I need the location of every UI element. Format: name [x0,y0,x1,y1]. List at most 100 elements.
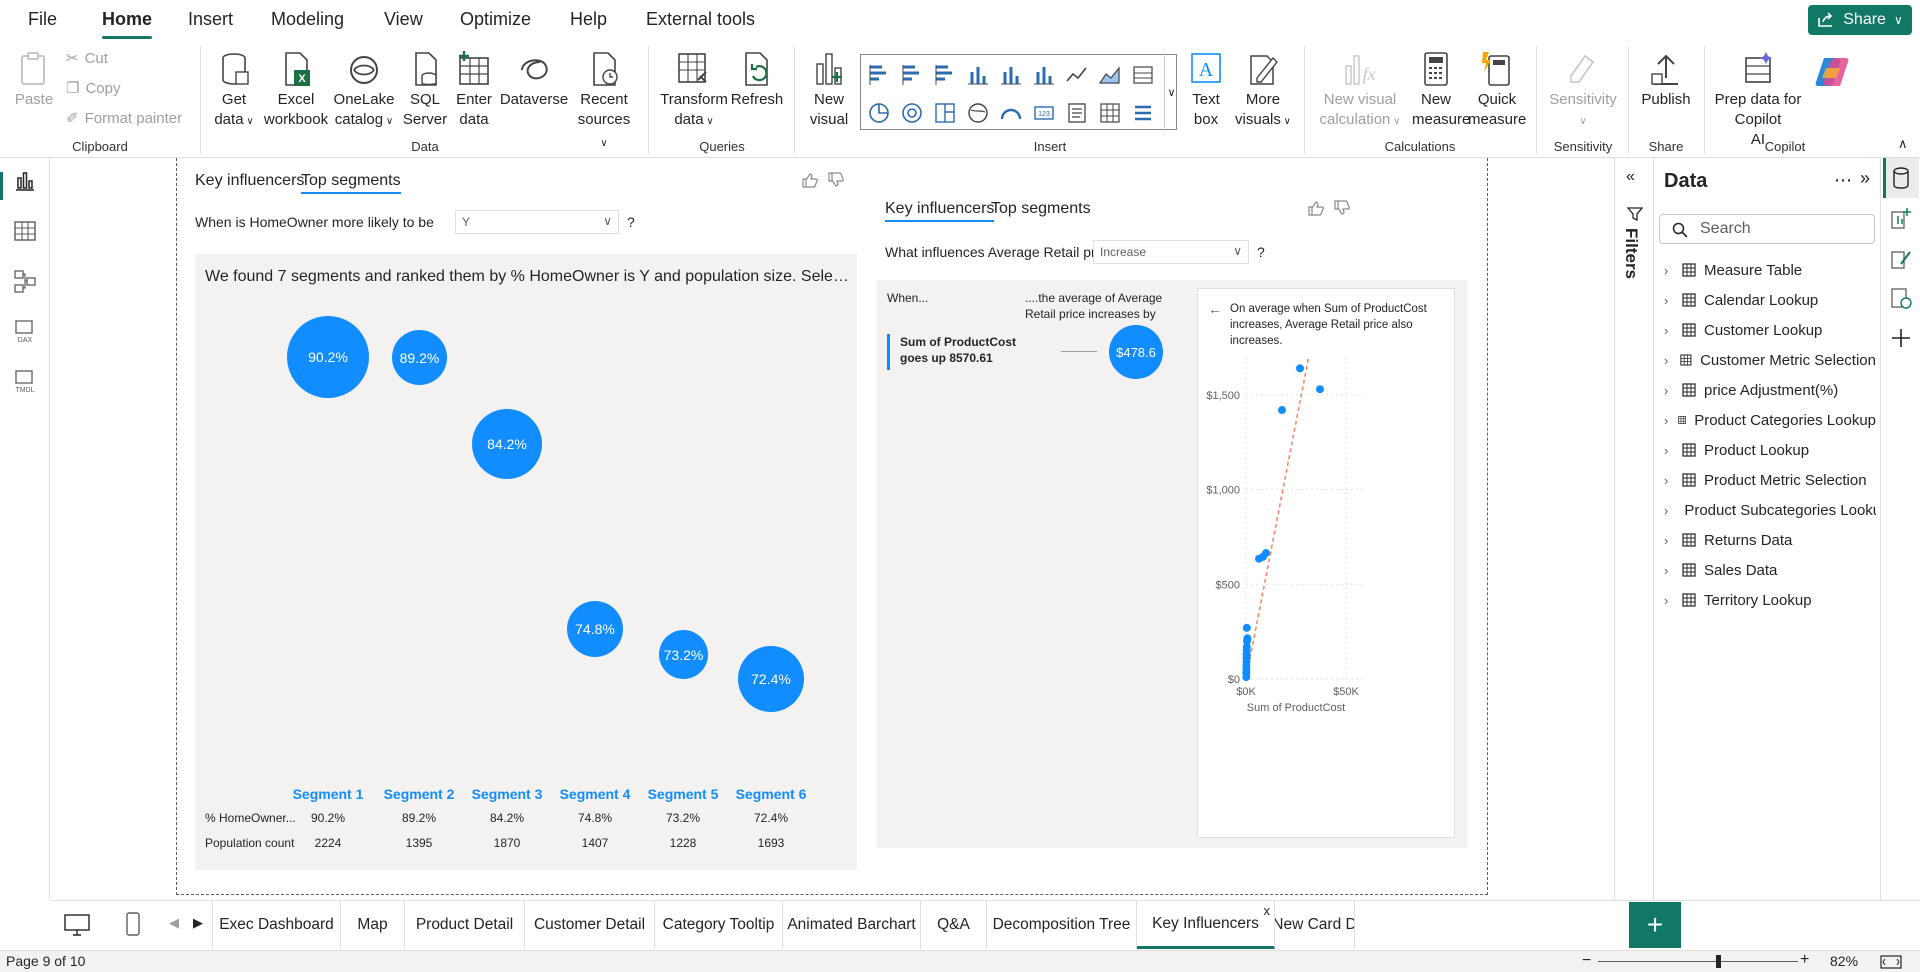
scroll-left-icon[interactable]: ◀ [169,915,179,931]
matrix-icon[interactable] [1098,101,1122,125]
mobile-layout-icon[interactable] [125,911,141,937]
price-direction-dropdown[interactable]: Increase ∨ [1093,240,1249,264]
copy-button[interactable]: ❐ Copy [66,79,120,98]
influencer-factor[interactable]: Sum of ProductCost goes up 8570.61 [887,334,1047,370]
visual-gallery[interactable]: 123 [860,54,1177,130]
multi-row-card-icon[interactable] [1065,101,1089,125]
chevron-right-icon[interactable]: › [1664,293,1674,308]
slicer-icon[interactable] [1131,101,1155,125]
tab-top-segments[interactable]: Top segments [991,200,1091,218]
key-influencers-visual-price[interactable]: Key influencers Top segments What influe… [877,188,1477,868]
thumbs-down-icon[interactable] [827,172,845,188]
dataverse-button[interactable]: Dataverse [498,50,570,110]
table-item[interactable]: › Sales Data [1664,558,1876,582]
new-visual-calculation-button[interactable]: fx New visual calculation ∨ [1316,50,1404,132]
key-influencers-visual-segments[interactable]: Key influencers Top segments When is Hom… [187,158,857,870]
table-view-icon[interactable] [12,218,38,244]
segment-3-bubble[interactable]: 84.2% [472,409,542,479]
data-search-input[interactable]: Search [1659,214,1875,244]
stacked-bar-100-icon[interactable] [933,63,957,87]
pie-chart-icon[interactable] [867,101,891,125]
chevron-right-icon[interactable]: › [1664,443,1674,458]
treemap-icon[interactable] [933,101,957,125]
stacked-bar-icon[interactable] [867,63,891,87]
segment-3-label[interactable]: Segment 3 [462,786,552,802]
close-tab-icon[interactable]: x [1264,903,1271,918]
segment-2-label[interactable]: Segment 2 [374,786,464,802]
more-options-icon[interactable]: ⋯ [1834,170,1853,191]
page-tab[interactable]: Animated Barchart [783,901,921,949]
table-item[interactable]: › Product Metric Selection [1664,468,1876,492]
card-icon[interactable]: 123 [1032,101,1056,125]
thumbs-down-icon[interactable] [1333,200,1351,216]
table-item[interactable]: › Measure Table [1664,258,1876,282]
menu-insert[interactable]: Insert [188,9,233,30]
help-icon[interactable]: ? [1257,244,1265,260]
tab-top-segments[interactable]: Top segments [301,172,401,194]
segment-6-label[interactable]: Segment 6 [726,786,816,802]
collapse-ribbon-icon[interactable]: ∧ [1898,136,1908,152]
table-item[interactable]: › Product Categories Lookup [1664,408,1876,432]
gallery-expand-icon[interactable]: ∨ [1164,54,1178,130]
page-tab[interactable]: New Card D [1275,901,1355,949]
sql-server-button[interactable]: SQL Server [400,50,450,130]
new-measure-button[interactable]: New measure [1412,50,1470,130]
segment-5-bubble[interactable]: 73.2% [659,630,708,679]
menu-file[interactable]: File [28,9,57,30]
gauge-icon[interactable] [999,101,1023,125]
paste-button[interactable]: Paste [14,50,54,110]
menu-view[interactable]: View [384,9,423,30]
page-tab[interactable]: Q&A [921,901,987,949]
menu-external-tools[interactable]: External tools [646,9,755,30]
segment-6-bubble[interactable]: 72.4% [738,646,804,712]
fit-to-page-icon[interactable] [1880,955,1902,969]
report-view-icon[interactable] [12,168,38,194]
area-chart-icon[interactable] [1098,63,1122,87]
recent-sources-button[interactable]: Recent sources ∨ [574,50,634,154]
transform-data-button[interactable]: Transform data ∨ [656,50,732,132]
chevron-right-icon[interactable]: › [1664,563,1674,578]
chevron-right-icon[interactable]: › [1664,353,1672,368]
back-arrow-icon[interactable]: ← [1208,301,1222,317]
chevron-right-icon[interactable]: › [1664,413,1670,428]
chevron-right-icon[interactable]: › [1664,593,1674,608]
desktop-layout-icon[interactable] [63,913,91,937]
zoom-out-button[interactable]: − [1582,952,1591,970]
donut-chart-icon[interactable] [900,101,924,125]
get-data-button[interactable]: Get data ∨ [208,50,260,132]
excel-workbook-button[interactable]: X Excel workbook [262,50,330,130]
chevron-right-icon[interactable]: › [1664,323,1674,338]
collapse-pane-icon[interactable]: » [1860,168,1870,189]
tab-key-influencers[interactable]: Key influencers [885,200,995,222]
chevron-right-icon[interactable]: › [1664,503,1668,518]
column-chart-icon[interactable] [966,63,990,87]
map-icon[interactable] [966,101,990,125]
chevron-right-icon[interactable]: › [1664,263,1674,278]
segment-1-bubble[interactable]: 90.2% [287,316,369,398]
menu-optimize[interactable]: Optimize [460,9,531,30]
table-item[interactable]: › price Adjustment(%) [1664,378,1876,402]
quick-measure-button[interactable]: Quick measure [1468,50,1526,130]
zoom-in-button[interactable]: + [1800,951,1809,969]
help-icon[interactable]: ? [627,214,635,230]
chevron-right-icon[interactable]: › [1664,383,1674,398]
share-button[interactable]: Share ∨ [1808,5,1912,35]
model-view-icon[interactable] [12,268,38,294]
more-visuals-button[interactable]: More visuals ∨ [1232,50,1294,132]
clustered-column-icon[interactable] [999,63,1023,87]
menu-help[interactable]: Help [570,9,607,30]
table-item[interactable]: › Product Lookup [1664,438,1876,462]
menu-modeling[interactable]: Modeling [271,9,344,30]
clustered-bar-icon[interactable] [900,63,924,87]
filters-label[interactable]: Filters [1621,228,1641,279]
thumbs-up-icon[interactable] [1307,200,1325,216]
table-item[interactable]: › Calendar Lookup [1664,288,1876,312]
table-item[interactable]: › Product Subcategories Lookup [1664,498,1876,522]
table-item[interactable]: › Territory Lookup [1664,588,1876,612]
page-tab[interactable]: Category Tooltip [655,901,783,949]
zoom-slider[interactable] [1598,955,1798,968]
page-tab[interactable]: Map [341,901,405,949]
add-page-button[interactable]: + [1629,902,1681,948]
new-visual-button[interactable]: New visual [802,50,856,130]
copilot-button[interactable] [1812,52,1852,92]
